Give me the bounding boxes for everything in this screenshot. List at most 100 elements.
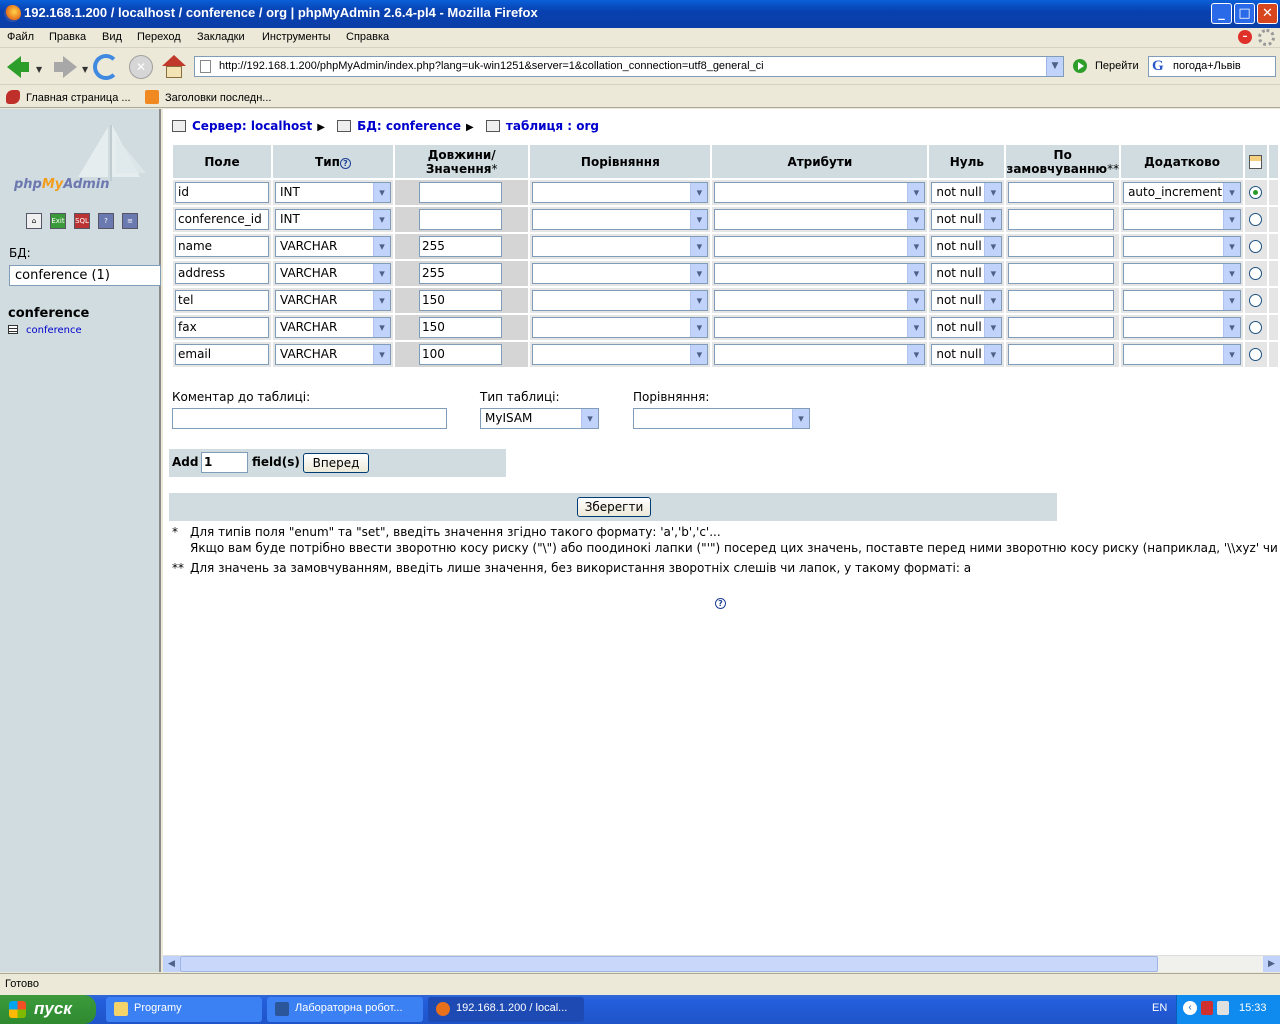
field-attributes-select[interactable] xyxy=(714,317,926,338)
field-default-input[interactable] xyxy=(1008,182,1115,203)
field-attributes-select[interactable] xyxy=(714,236,926,257)
field-collation-select[interactable] xyxy=(532,182,709,203)
primary-key-radio[interactable] xyxy=(1249,348,1263,361)
table-type-select[interactable]: MyISAM xyxy=(480,408,599,429)
field-null-select[interactable]: not null xyxy=(931,290,1003,311)
field-collation-select[interactable] xyxy=(532,290,709,311)
field-length-input[interactable]: 150 xyxy=(419,290,502,311)
url-bar[interactable]: http://192.168.1.200/phpMyAdmin/index.ph… xyxy=(194,56,1064,77)
field-attributes-select[interactable] xyxy=(714,263,926,284)
taskbar-item-word[interactable]: Лабораторна робот... xyxy=(267,997,423,1022)
field-null-select[interactable]: not null xyxy=(931,236,1003,257)
scroll-right-icon[interactable]: ▶ xyxy=(1263,956,1280,972)
back-button[interactable] xyxy=(5,54,31,80)
field-default-input[interactable] xyxy=(1008,263,1115,284)
table-comment-input[interactable] xyxy=(172,408,447,429)
field-length-input[interactable]: 255 xyxy=(419,236,502,257)
field-type-select[interactable]: VARCHAR xyxy=(275,263,391,284)
field-collation-select[interactable] xyxy=(532,263,709,284)
exit-icon[interactable]: Exit xyxy=(50,213,66,229)
stop-icon[interactable]: ✕ xyxy=(129,55,153,79)
home-icon[interactable] xyxy=(162,55,186,79)
taskbar-item-programy[interactable]: Programy xyxy=(106,997,262,1022)
field-collation-select[interactable] xyxy=(532,344,709,365)
add-field-count-input[interactable]: 1 xyxy=(201,452,248,473)
menu-file[interactable]: Файл xyxy=(7,31,34,43)
help-icon[interactable]: ? xyxy=(339,157,351,169)
tray-expand-icon[interactable]: ‹ xyxy=(1183,1001,1197,1015)
start-button[interactable]: пуск xyxy=(0,995,96,1024)
reload-icon[interactable] xyxy=(93,54,119,80)
breadcrumb-database[interactable]: БД: conference xyxy=(357,119,461,133)
field-length-input[interactable]: 150 xyxy=(419,317,502,338)
field-null-select[interactable]: not null xyxy=(931,209,1003,230)
url-history-dropdown-icon[interactable]: ▼ xyxy=(1046,57,1063,76)
help-icon[interactable]: ? xyxy=(715,595,726,609)
field-name-input[interactable]: tel xyxy=(175,290,269,311)
breadcrumb-table[interactable]: таблиця : org xyxy=(506,119,599,133)
field-length-input[interactable] xyxy=(419,182,502,203)
field-type-select[interactable]: INT xyxy=(275,182,391,203)
bookmark-headlines[interactable]: Заголовки последн... xyxy=(145,90,271,104)
field-name-input[interactable]: conference_id xyxy=(175,209,269,230)
field-type-select[interactable]: INT xyxy=(275,209,391,230)
field-null-select[interactable]: not null xyxy=(931,263,1003,284)
field-default-input[interactable] xyxy=(1008,344,1115,365)
field-default-input[interactable] xyxy=(1008,209,1115,230)
back-history-dropdown-icon[interactable]: ▼ xyxy=(36,65,42,74)
field-null-select[interactable]: not null xyxy=(931,182,1003,203)
menu-help[interactable]: Справка xyxy=(346,31,389,43)
primary-key-radio[interactable] xyxy=(1249,186,1263,199)
field-extra-select[interactable] xyxy=(1123,344,1242,365)
field-length-input[interactable]: 255 xyxy=(419,263,502,284)
field-extra-select[interactable] xyxy=(1123,209,1242,230)
field-name-input[interactable]: id xyxy=(175,182,269,203)
scrollbar-thumb[interactable] xyxy=(180,956,1158,972)
field-attributes-select[interactable] xyxy=(714,290,926,311)
field-extra-select[interactable] xyxy=(1123,236,1242,257)
maximize-button[interactable]: □ xyxy=(1234,3,1255,24)
primary-key-radio[interactable] xyxy=(1249,294,1263,307)
sidebar-table-link[interactable]: conference xyxy=(8,325,82,336)
primary-key-radio[interactable] xyxy=(1249,321,1263,334)
home-icon[interactable]: ⌂ xyxy=(26,213,42,229)
url-text[interactable]: http://192.168.1.200/phpMyAdmin/index.ph… xyxy=(219,60,764,72)
primary-key-radio[interactable] xyxy=(1249,240,1263,253)
add-fields-go-button[interactable]: Вперед xyxy=(303,453,369,473)
clock[interactable]: 15:33 xyxy=(1239,1002,1267,1014)
field-attributes-select[interactable] xyxy=(714,209,926,230)
minimize-button[interactable]: _ xyxy=(1211,3,1232,24)
field-length-input[interactable]: 100 xyxy=(419,344,502,365)
field-name-input[interactable]: address xyxy=(175,263,269,284)
forward-button[interactable] xyxy=(51,54,77,80)
menu-edit[interactable]: Правка xyxy=(49,31,86,43)
field-default-input[interactable] xyxy=(1008,290,1115,311)
primary-key-radio[interactable] xyxy=(1249,267,1263,280)
scroll-left-icon[interactable]: ◀ xyxy=(163,956,180,972)
field-type-select[interactable]: VARCHAR xyxy=(275,290,391,311)
field-collation-select[interactable] xyxy=(532,236,709,257)
database-select[interactable]: conference (1) xyxy=(9,265,161,286)
google-icon[interactable]: G xyxy=(1152,58,1164,75)
field-null-select[interactable]: not null xyxy=(931,317,1003,338)
field-type-select[interactable]: VARCHAR xyxy=(275,236,391,257)
sql-icon[interactable]: SQL xyxy=(74,213,90,229)
search-input[interactable]: погода+Львів xyxy=(1173,60,1241,72)
close-button[interactable]: ✕ xyxy=(1257,3,1278,24)
forward-history-dropdown-icon[interactable]: ▼ xyxy=(82,65,88,74)
phpmyadmin-logo[interactable]: phpMyAdmin xyxy=(14,177,110,192)
bookmark-main-page[interactable]: Главная страница ... xyxy=(6,90,131,104)
field-default-input[interactable] xyxy=(1008,317,1115,338)
field-attributes-select[interactable] xyxy=(714,344,926,365)
field-type-select[interactable]: VARCHAR xyxy=(275,317,391,338)
field-extra-select[interactable] xyxy=(1123,317,1242,338)
menu-tools[interactable]: Инструменты xyxy=(262,31,331,43)
field-extra-select[interactable] xyxy=(1123,263,1242,284)
field-extra-select[interactable] xyxy=(1123,290,1242,311)
field-collation-select[interactable] xyxy=(532,209,709,230)
field-length-input[interactable] xyxy=(419,209,502,230)
search-box[interactable]: G погода+Львів xyxy=(1148,56,1276,77)
menu-view[interactable]: Вид xyxy=(102,31,122,43)
volume-icon[interactable] xyxy=(1217,1001,1229,1015)
menu-bookmarks[interactable]: Закладки xyxy=(197,31,245,43)
